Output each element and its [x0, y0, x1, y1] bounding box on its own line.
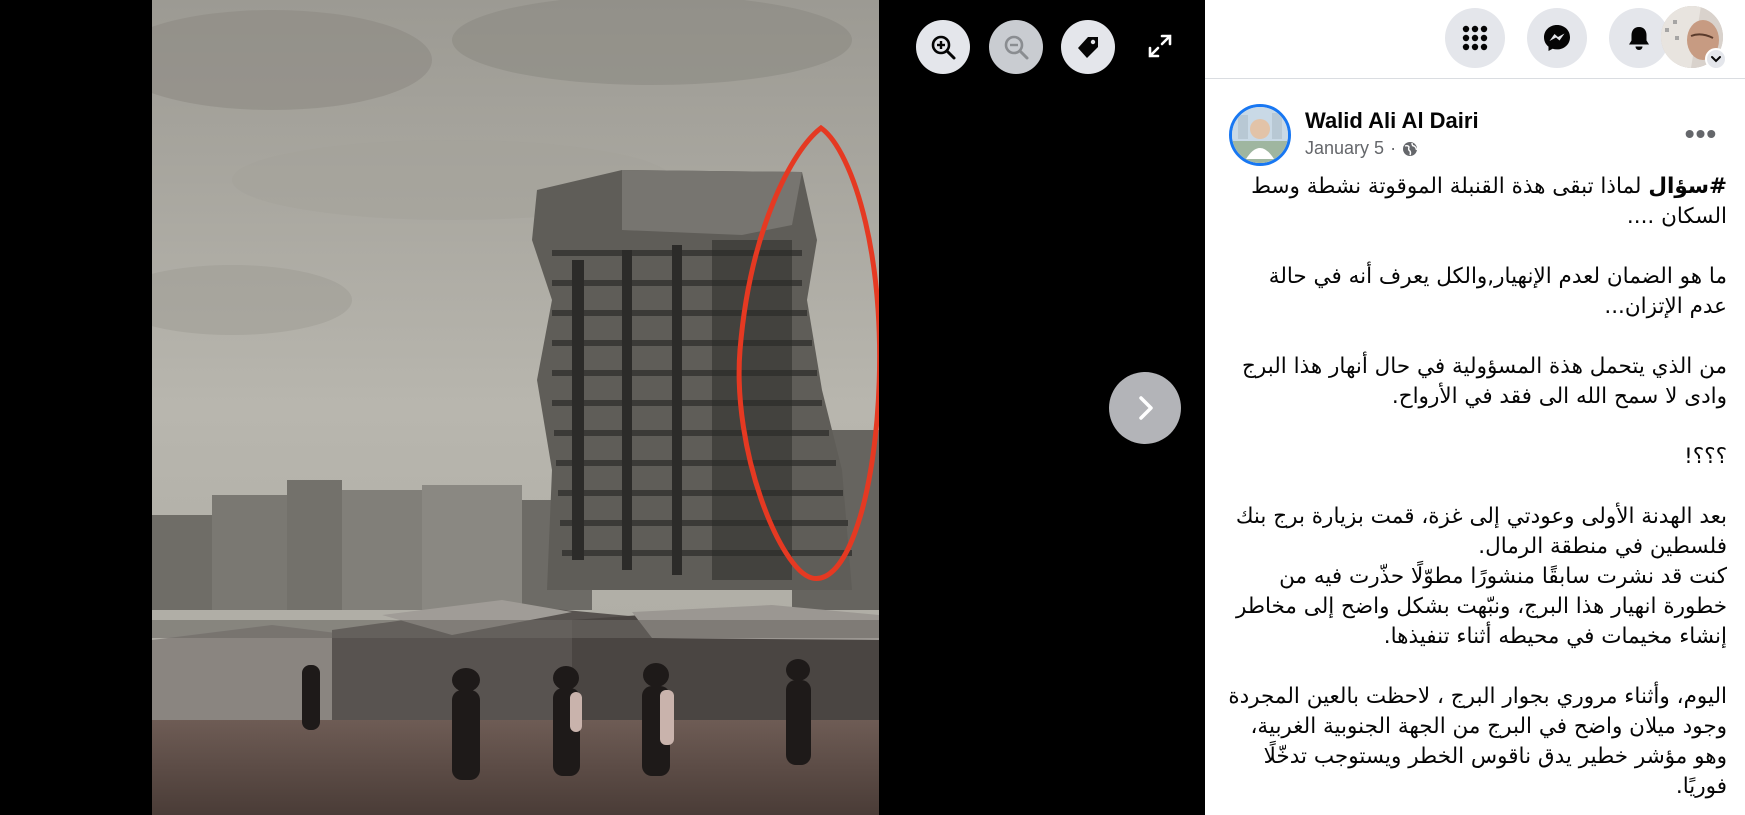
tag-button[interactable]	[1061, 20, 1115, 74]
author-name[interactable]: Walid Ali Al Dairi	[1305, 108, 1479, 134]
zoom-out-icon	[1004, 35, 1029, 60]
chevron-right-icon	[1139, 396, 1153, 420]
photo-viewer	[0, 0, 1205, 815]
post-paragraph: من الذي يتحمل هذة المسؤولية في حال أنهار…	[1242, 354, 1727, 409]
meta-separator: ·	[1390, 138, 1397, 158]
account-menu-toggle[interactable]	[1705, 48, 1727, 70]
post-date[interactable]: January 5	[1305, 138, 1384, 159]
menu-button[interactable]	[1445, 8, 1505, 68]
next-photo-button[interactable]	[1109, 372, 1181, 444]
menu-grid-icon	[1462, 25, 1488, 51]
post-body: #سؤال لماذا تبقى هذة القنبلة الموقوتة نش…	[1225, 172, 1727, 815]
post-side-panel: Walid Ali Al Dairi January 5 · ••• #سؤال…	[1205, 0, 1745, 815]
post-paragraph: كنت قد نشرت سابقًا منشورًا مطوّلًا حذّرت…	[1236, 564, 1727, 649]
post-options-button[interactable]: •••	[1679, 112, 1723, 156]
zoom-out-button[interactable]	[989, 20, 1043, 74]
post-meta: January 5 ·	[1305, 138, 1418, 159]
post-paragraph: ما هو الضمان لعدم الإنهيار,والكل يعرف أن…	[1268, 264, 1727, 319]
fullscreen-icon	[1148, 34, 1172, 58]
top-navigation	[1205, 0, 1745, 79]
fullscreen-button[interactable]	[1140, 26, 1180, 66]
globe-icon[interactable]	[1402, 141, 1418, 157]
post-hashtag[interactable]: #سؤال	[1648, 174, 1727, 199]
tag-icon	[1078, 37, 1098, 58]
author-avatar[interactable]	[1229, 104, 1291, 166]
post-photo[interactable]	[152, 0, 879, 815]
zoom-in-button[interactable]	[916, 20, 970, 74]
post-paragraph: ؟؟؟!	[1684, 444, 1727, 469]
zoom-in-icon	[931, 35, 956, 60]
post-paragraph: اليوم، وأثناء مروري بجوار البرج ، لاحظت …	[1228, 684, 1727, 799]
photo-image	[152, 0, 879, 815]
chevron-down-icon	[1711, 56, 1721, 63]
bell-icon	[1629, 27, 1649, 50]
post-header: Walid Ali Al Dairi January 5 · •••	[1229, 104, 1729, 166]
post-paragraph: بعد الهدنة الأولى وعودتي إلى غزة، قمت بز…	[1235, 504, 1727, 559]
messenger-button[interactable]	[1527, 8, 1587, 68]
avatar	[1232, 107, 1288, 163]
notifications-button[interactable]	[1609, 8, 1669, 68]
messenger-icon	[1544, 25, 1570, 51]
